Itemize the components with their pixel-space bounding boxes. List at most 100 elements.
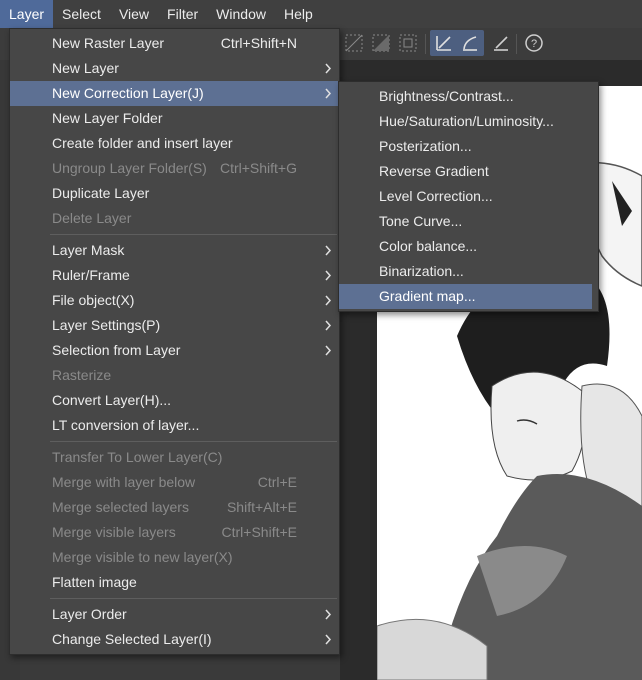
menu-item-label: Delete Layer xyxy=(52,210,132,226)
menu-item-merge-with-layer-below: Merge with layer below Ctrl+E xyxy=(10,470,339,495)
menu-item-posterization[interactable]: Posterization... xyxy=(339,134,598,159)
menu-item-new-raster-layer[interactable]: New Raster Layer Ctrl+Shift+N xyxy=(10,31,339,56)
menu-item-merge-visible-to-new-layer: Merge visible to new layer(X) xyxy=(10,545,339,570)
menu-separator xyxy=(50,441,337,442)
menu-item-flatten-image[interactable]: Flatten image xyxy=(10,570,339,595)
menu-item-label: Layer Mask xyxy=(52,242,125,258)
menu-item-brightness-contrast[interactable]: Brightness/Contrast... xyxy=(339,84,598,109)
chevron-right-icon xyxy=(325,270,332,281)
menu-item-hue-saturation-luminosity[interactable]: Hue/Saturation/Luminosity... xyxy=(339,109,598,134)
ruler-snap-icon[interactable] xyxy=(459,32,481,54)
menu-item-label: New Raster Layer xyxy=(52,35,165,51)
menu-select[interactable]: Select xyxy=(53,0,110,28)
menu-item-label: Layer Settings(P) xyxy=(52,317,161,333)
menu-view[interactable]: View xyxy=(110,0,158,28)
menu-item-convert-layer[interactable]: Convert Layer(H)... xyxy=(10,388,339,413)
menu-separator xyxy=(50,598,337,599)
chevron-right-icon xyxy=(325,320,332,331)
menu-item-shortcut: Ctrl+Shift+E xyxy=(221,524,297,540)
chevron-right-icon xyxy=(325,295,332,306)
menu-item-shortcut: Ctrl+Shift+G xyxy=(219,160,297,176)
menu-item-label: Selection from Layer xyxy=(52,342,181,358)
menu-item-transfer-to-lower-layer: Transfer To Lower Layer(C) xyxy=(10,445,339,470)
selection-icon[interactable] xyxy=(343,32,365,54)
selection-icon[interactable] xyxy=(397,32,419,54)
menu-item-layer-mask[interactable]: Layer Mask xyxy=(10,238,339,263)
menu-help[interactable]: Help xyxy=(275,0,322,28)
layer-menu: New Raster Layer Ctrl+Shift+N New Layer New… xyxy=(9,28,340,655)
menu-item-label: Duplicate Layer xyxy=(52,185,150,201)
menu-item-label: Create folder and insert layer xyxy=(52,135,233,151)
ruler-snap-icon[interactable] xyxy=(490,32,512,54)
menu-bar: Layer Select View Filter Window Help xyxy=(0,0,642,28)
menu-item-shortcut: Shift+Alt+E xyxy=(226,499,297,515)
help-icon[interactable]: ? xyxy=(523,32,545,54)
menu-item-label: Merge visible to new layer(X) xyxy=(52,549,233,565)
chevron-right-icon xyxy=(325,88,332,99)
menu-item-label: Merge with layer below xyxy=(52,474,196,490)
toolbar-separator xyxy=(516,34,517,54)
chevron-right-icon xyxy=(325,634,332,645)
menu-item-label: Binarization... xyxy=(379,263,464,279)
menu-item-label: Posterization... xyxy=(379,138,472,154)
menu-item-layer-order[interactable]: Layer Order xyxy=(10,602,339,627)
menu-item-label: Hue/Saturation/Luminosity... xyxy=(379,113,554,129)
menu-item-label: New Correction Layer(J) xyxy=(52,85,204,101)
selection-icon[interactable] xyxy=(370,32,392,54)
menu-item-label: Ungroup Layer Folder(S) xyxy=(52,160,207,176)
menu-item-binarization[interactable]: Binarization... xyxy=(339,259,598,284)
svg-text:?: ? xyxy=(531,38,537,50)
menu-item-file-object[interactable]: File object(X) xyxy=(10,288,339,313)
menu-item-label: New Layer xyxy=(52,60,119,76)
menu-item-change-selected-layer[interactable]: Change Selected Layer(I) xyxy=(10,627,339,652)
menu-item-label: Merge selected layers xyxy=(52,499,189,515)
menu-item-gradient-map[interactable]: Gradient map... xyxy=(339,284,592,309)
menu-item-new-layer[interactable]: New Layer xyxy=(10,56,339,81)
menu-item-label: Transfer To Lower Layer(C) xyxy=(52,449,223,465)
menu-item-create-folder-and-insert-layer[interactable]: Create folder and insert layer xyxy=(10,131,339,156)
menu-item-tone-curve[interactable]: Tone Curve... xyxy=(339,209,598,234)
menu-item-label: New Layer Folder xyxy=(52,110,163,126)
chevron-right-icon xyxy=(325,245,332,256)
menu-item-label: Gradient map... xyxy=(379,288,476,304)
menu-item-duplicate-layer[interactable]: Duplicate Layer xyxy=(10,181,339,206)
menu-window[interactable]: Window xyxy=(207,0,275,28)
menu-item-label: Convert Layer(H)... xyxy=(52,392,172,408)
toolbar-separator xyxy=(425,34,426,54)
menu-item-label: Level Correction... xyxy=(379,188,493,204)
menu-item-new-correction-layer[interactable]: New Correction Layer(J) xyxy=(10,81,339,106)
menu-item-label: Layer Order xyxy=(52,606,127,622)
menu-item-merge-visible-layers: Merge visible layers Ctrl+Shift+E xyxy=(10,520,339,545)
menu-filter[interactable]: Filter xyxy=(158,0,207,28)
correction-layer-submenu: Brightness/Contrast... Hue/Saturation/Lum… xyxy=(338,81,599,312)
menu-item-label: Color balance... xyxy=(379,238,478,254)
menu-item-selection-from-layer[interactable]: Selection from Layer xyxy=(10,338,339,363)
chevron-right-icon xyxy=(325,609,332,620)
menu-item-reverse-gradient[interactable]: Reverse Gradient xyxy=(339,159,598,184)
ruler-snap-icon[interactable] xyxy=(433,32,455,54)
menu-item-ruler-frame[interactable]: Ruler/Frame xyxy=(10,263,339,288)
menu-item-new-layer-folder[interactable]: New Layer Folder xyxy=(10,106,339,131)
menu-item-label: File object(X) xyxy=(52,292,135,308)
menu-item-label: Rasterize xyxy=(52,367,112,383)
menu-item-delete-layer: Delete Layer xyxy=(10,206,339,231)
menu-item-ungroup-layer-folder: Ungroup Layer Folder(S) Ctrl+Shift+G xyxy=(10,156,339,181)
menu-item-level-correction[interactable]: Level Correction... xyxy=(339,184,598,209)
menu-layer[interactable]: Layer xyxy=(0,0,54,28)
menu-item-label: Change Selected Layer(I) xyxy=(52,631,212,647)
menu-item-label: Reverse Gradient xyxy=(379,163,489,179)
menu-item-shortcut: Ctrl+Shift+N xyxy=(220,35,297,51)
menu-item-label: LT conversion of layer... xyxy=(52,417,200,433)
menu-separator xyxy=(50,234,337,235)
menu-item-color-balance[interactable]: Color balance... xyxy=(339,234,598,259)
menu-item-label: Brightness/Contrast... xyxy=(379,88,514,104)
chevron-right-icon xyxy=(325,345,332,356)
menu-item-label: Tone Curve... xyxy=(379,213,463,229)
menu-item-layer-settings[interactable]: Layer Settings(P) xyxy=(10,313,339,338)
menu-item-rasterize: Rasterize xyxy=(10,363,339,388)
menu-item-lt-conversion-of-layer[interactable]: LT conversion of layer... xyxy=(10,413,339,438)
menu-item-shortcut: Ctrl+E xyxy=(257,474,297,490)
menu-item-label: Ruler/Frame xyxy=(52,267,130,283)
menu-item-merge-selected-layers: Merge selected layers Shift+Alt+E xyxy=(10,495,339,520)
chevron-right-icon xyxy=(325,63,332,74)
